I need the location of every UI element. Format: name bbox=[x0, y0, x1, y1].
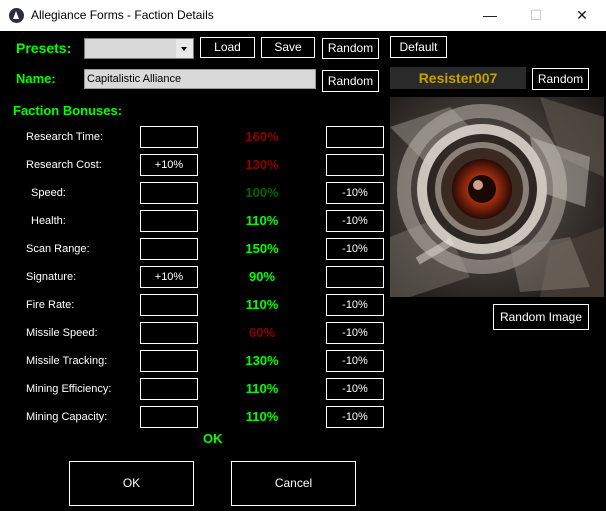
bonus-modifier-input[interactable] bbox=[140, 294, 198, 316]
player-random-button[interactable]: Random bbox=[532, 68, 589, 90]
bonus-percent: 110% bbox=[245, 213, 279, 228]
bonus-penalty-input[interactable]: -10% bbox=[326, 238, 384, 260]
name-label: Name: bbox=[16, 71, 56, 86]
name-random-button[interactable]: Random bbox=[322, 70, 379, 92]
bonus-percent: 130% bbox=[245, 353, 279, 368]
faction-bonuses-heading: Faction Bonuses: bbox=[13, 103, 123, 118]
bonus-penalty-input[interactable]: -10% bbox=[326, 210, 384, 232]
bonus-percent: 160% bbox=[245, 129, 279, 144]
bonus-percent: 130% bbox=[245, 157, 279, 172]
bonus-modifier-input[interactable] bbox=[140, 378, 198, 400]
bonus-penalty-input[interactable] bbox=[326, 154, 384, 176]
chevron-down-icon[interactable] bbox=[176, 39, 193, 58]
title-bar: Allegiance Forms - Faction Details — ☐ ✕ bbox=[0, 0, 606, 31]
bonus-modifier-input[interactable] bbox=[140, 126, 198, 148]
bonus-percent: 110% bbox=[245, 381, 279, 396]
bonus-label: Mining Efficiency: bbox=[26, 383, 112, 395]
bonus-penalty-input[interactable] bbox=[326, 266, 384, 288]
faction-name-input[interactable]: Capitalistic Alliance bbox=[84, 69, 316, 89]
bonus-label: Fire Rate: bbox=[26, 299, 75, 311]
bonus-modifier-input[interactable] bbox=[140, 322, 198, 344]
bonus-percent: 60% bbox=[248, 325, 276, 340]
window-title: Allegiance Forms - Faction Details bbox=[31, 8, 214, 22]
presets-random-button[interactable]: Random bbox=[322, 38, 379, 59]
presets-dropdown[interactable] bbox=[84, 38, 194, 59]
bonus-modifier-input[interactable] bbox=[140, 210, 198, 232]
app-icon bbox=[9, 8, 24, 23]
presets-label: Presets: bbox=[16, 40, 72, 56]
bonus-label: Signature: bbox=[26, 271, 77, 283]
bonus-label: Mining Capacity: bbox=[26, 411, 108, 423]
maximize-button: ☐ bbox=[529, 7, 543, 23]
bonus-penalty-input[interactable]: -10% bbox=[326, 406, 384, 428]
bonus-penalty-input[interactable]: -10% bbox=[326, 294, 384, 316]
bonus-modifier-input[interactable] bbox=[140, 182, 198, 204]
bonus-percent: 100% bbox=[245, 185, 279, 200]
faction-portrait bbox=[390, 97, 604, 297]
save-button[interactable]: Save bbox=[261, 37, 315, 58]
bonus-percent: 90% bbox=[248, 269, 276, 284]
bonus-penalty-input[interactable]: -10% bbox=[326, 182, 384, 204]
bonus-penalty-input[interactable] bbox=[326, 126, 384, 148]
default-button[interactable]: Default bbox=[390, 36, 447, 58]
bonus-modifier-input[interactable] bbox=[140, 238, 198, 260]
bonus-label: Research Time: bbox=[26, 131, 104, 143]
bonus-modifier-input[interactable] bbox=[140, 406, 198, 428]
close-button[interactable]: ✕ bbox=[559, 0, 605, 31]
minimize-button[interactable]: — bbox=[467, 0, 513, 31]
bonus-label: Missile Tracking: bbox=[26, 355, 108, 367]
bonus-percent: 110% bbox=[245, 297, 279, 312]
status-ok: OK bbox=[203, 431, 223, 446]
bonus-penalty-input[interactable]: -10% bbox=[326, 322, 384, 344]
bonus-modifier-input[interactable]: +10% bbox=[140, 154, 198, 176]
ok-button[interactable]: OK bbox=[69, 461, 194, 506]
bonus-percent: 150% bbox=[245, 241, 279, 256]
player-name: Resister007 bbox=[390, 67, 526, 89]
bonus-percent: 110% bbox=[245, 409, 279, 424]
bonus-penalty-input[interactable]: -10% bbox=[326, 378, 384, 400]
bonus-penalty-input[interactable]: -10% bbox=[326, 350, 384, 372]
bonus-modifier-input[interactable]: +10% bbox=[140, 266, 198, 288]
bonus-label: Scan Range: bbox=[26, 243, 90, 255]
cancel-button[interactable]: Cancel bbox=[231, 461, 356, 506]
portrait-image bbox=[390, 97, 604, 297]
bonus-label: Speed: bbox=[31, 187, 66, 199]
bonus-label: Research Cost: bbox=[26, 159, 102, 171]
load-button[interactable]: Load bbox=[200, 37, 255, 58]
random-image-button[interactable]: Random Image bbox=[493, 304, 589, 330]
bonus-label: Health: bbox=[31, 215, 66, 227]
bonus-label: Missile Speed: bbox=[26, 327, 98, 339]
bonus-modifier-input[interactable] bbox=[140, 350, 198, 372]
